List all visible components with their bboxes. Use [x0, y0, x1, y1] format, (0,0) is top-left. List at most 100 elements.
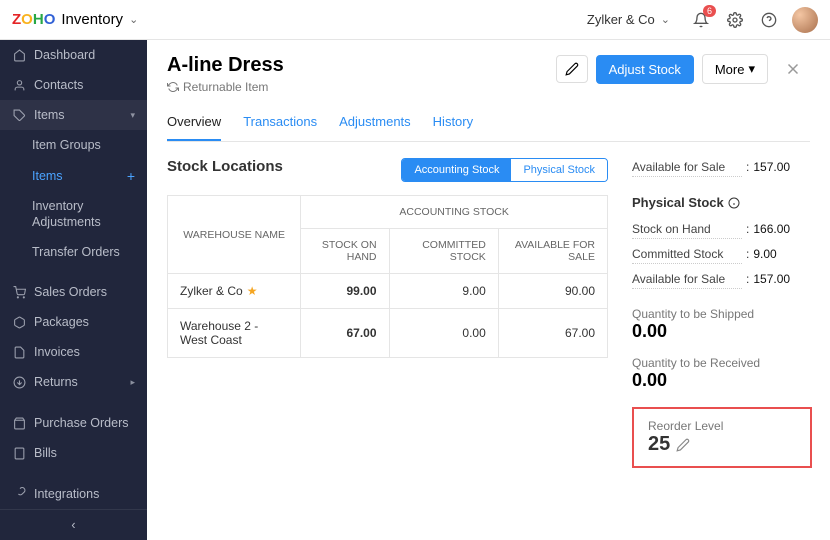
cell-soh: 99.00 — [301, 274, 389, 309]
sidebar-item-integrations[interactable]: Integrations — [0, 479, 147, 509]
adjust-stock-button[interactable]: Adjust Stock — [596, 55, 694, 84]
more-button[interactable]: More ▾ — [702, 54, 768, 84]
refresh-icon — [167, 81, 179, 93]
tab-history[interactable]: History — [433, 108, 473, 141]
toggle-physical-stock[interactable]: Physical Stock — [511, 159, 607, 181]
physical-stock-heading: Physical Stock — [632, 195, 812, 210]
notif-badge: 6 — [703, 5, 716, 17]
sidebar-label: Returns — [34, 375, 78, 389]
chevron-left-icon: ‹ — [71, 518, 75, 532]
sidebar-label: Dashboard — [34, 48, 95, 62]
sidebar-label: Transfer Orders — [32, 245, 120, 259]
summary-available-for-sale-2: Available for Sale:157.00 — [632, 268, 812, 293]
close-button[interactable] — [776, 56, 810, 82]
cell-warehouse: Zylker & Co★ — [168, 274, 301, 309]
zoho-logo: ZOHO — [12, 11, 55, 28]
sidebar-label: Items — [34, 108, 65, 122]
help-icon — [761, 12, 777, 28]
sidebar-label: Bills — [34, 446, 57, 460]
qty-shipped-value: 0.00 — [632, 321, 812, 342]
sidebar-item-dashboard[interactable]: Dashboard — [0, 40, 147, 70]
table-row: Zylker & Co★99.009.0090.00 — [168, 274, 608, 309]
cell-committed: 9.00 — [389, 274, 498, 309]
sidebar-label: Item Groups — [32, 138, 101, 152]
tab-adjustments[interactable]: Adjustments — [339, 108, 411, 141]
stock-locations-title: Stock Locations — [167, 158, 283, 175]
brand[interactable]: ZOHO Inventory ⌄ — [12, 11, 138, 28]
sidebar-item-items-sub[interactable]: Items + — [0, 160, 147, 192]
notifications-button[interactable]: 6 — [688, 7, 714, 33]
topbar: ZOHO Inventory ⌄ Zylker & Co ⌄ 6 — [0, 0, 830, 40]
summary-stock-on-hand: Stock on Hand:166.00 — [632, 218, 812, 243]
chevron-down-icon: ⌄ — [129, 13, 138, 26]
sidebar-item-sales-orders[interactable]: Sales Orders — [0, 277, 147, 307]
bag-icon — [12, 416, 26, 430]
qty-shipped-label: Quantity to be Shipped — [632, 307, 812, 321]
sidebar-item-packages[interactable]: Packages — [0, 307, 147, 337]
sidebar-item-item-groups[interactable]: Item Groups — [0, 130, 147, 160]
plus-icon[interactable]: + — [127, 168, 135, 184]
returnable-badge: Returnable Item — [167, 80, 284, 94]
tab-overview[interactable]: Overview — [167, 108, 221, 141]
org-name: Zylker & Co — [587, 12, 655, 27]
sidebar-collapse-button[interactable]: ‹ — [0, 509, 147, 540]
col-committed-stock: COMMITTED STOCK — [389, 229, 498, 274]
cell-avail: 67.00 — [498, 309, 607, 358]
cell-committed: 0.00 — [389, 309, 498, 358]
qty-received-label: Quantity to be Received — [632, 356, 812, 370]
tag-icon — [12, 108, 26, 122]
sidebar-item-inventory-adjustments[interactable]: Inventory Adjustments — [0, 192, 147, 237]
qty-received-value: 0.00 — [632, 370, 812, 391]
gear-icon — [727, 12, 743, 28]
sidebar: Dashboard Contacts Items ▾ Item Groups I… — [0, 40, 147, 540]
sidebar-item-purchase-orders[interactable]: Purchase Orders — [0, 408, 147, 438]
cart-icon — [12, 285, 26, 299]
help-button[interactable] — [756, 7, 782, 33]
table-row: Warehouse 2 - West Coast67.000.0067.00 — [168, 309, 608, 358]
content-main: Stock Locations Accounting Stock Physica… — [147, 142, 620, 540]
stock-summary-panel: Available for Sale:157.00 Physical Stock… — [620, 142, 830, 540]
stock-type-toggle: Accounting Stock Physical Stock — [401, 158, 608, 182]
reorder-level-value: 25 — [648, 433, 670, 456]
sidebar-item-returns[interactable]: Returns ▸ — [0, 367, 147, 397]
info-icon — [728, 197, 740, 209]
sidebar-label: Sales Orders — [34, 285, 107, 299]
cell-warehouse: Warehouse 2 - West Coast — [168, 309, 301, 358]
edit-button[interactable] — [556, 55, 588, 83]
sidebar-label: Contacts — [34, 78, 83, 92]
org-switcher[interactable]: Zylker & Co ⌄ — [587, 12, 670, 27]
file-icon — [12, 345, 26, 359]
tabs: Overview Transactions Adjustments Histor… — [167, 108, 810, 142]
tab-transactions[interactable]: Transactions — [243, 108, 317, 141]
settings-button[interactable] — [722, 7, 748, 33]
close-icon — [784, 60, 802, 78]
integrations-icon — [12, 487, 26, 501]
sidebar-item-invoices[interactable]: Invoices — [0, 337, 147, 367]
sidebar-label: Integrations — [34, 487, 99, 501]
sidebar-item-contacts[interactable]: Contacts — [0, 70, 147, 100]
user-icon — [12, 78, 26, 92]
chevron-down-icon: ⌄ — [661, 13, 670, 26]
star-icon: ★ — [247, 284, 258, 298]
sidebar-item-items[interactable]: Items ▾ — [0, 100, 147, 130]
col-group: ACCOUNTING STOCK — [301, 196, 608, 229]
toggle-accounting-stock[interactable]: Accounting Stock — [402, 159, 511, 181]
col-warehouse: WAREHOUSE NAME — [168, 196, 301, 274]
summary-committed-stock: Committed Stock:9.00 — [632, 243, 812, 268]
chevron-down-icon: ▾ — [130, 110, 135, 121]
summary-available-for-sale: Available for Sale:157.00 — [632, 156, 812, 181]
sidebar-label: Purchase Orders — [34, 416, 128, 430]
pencil-icon[interactable] — [676, 438, 690, 452]
stock-locations-table: WAREHOUSE NAME ACCOUNTING STOCK STOCK ON… — [167, 195, 608, 358]
col-available-for-sale: AVAILABLE FOR SALE — [498, 229, 607, 274]
page-header: A-line Dress Returnable Item Adjust Stoc… — [147, 40, 830, 142]
chevron-right-icon: ▸ — [130, 377, 135, 388]
sidebar-item-bills[interactable]: Bills — [0, 438, 147, 468]
page-title: A-line Dress — [167, 54, 284, 77]
sidebar-item-transfer-orders[interactable]: Transfer Orders — [0, 237, 147, 267]
avatar[interactable] — [792, 7, 818, 33]
sidebar-label: Invoices — [34, 345, 80, 359]
caret-down-icon: ▾ — [748, 61, 755, 77]
reorder-level-box: Reorder Level 25 — [632, 407, 812, 468]
col-stock-on-hand: STOCK ON HAND — [301, 229, 389, 274]
